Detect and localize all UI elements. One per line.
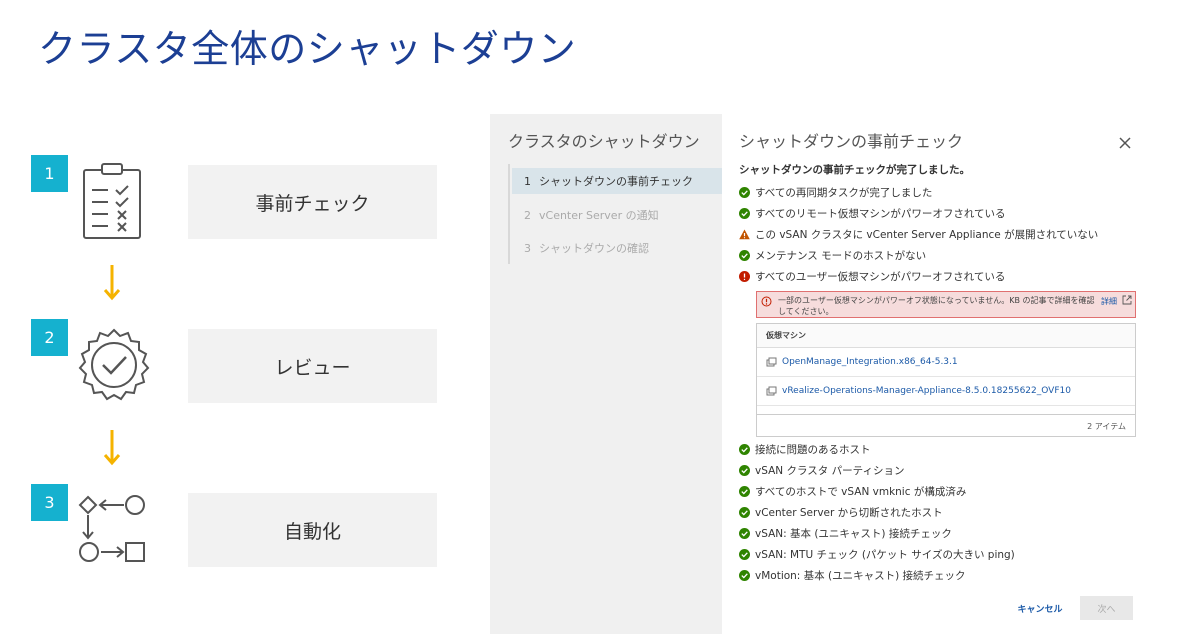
error-circle-icon [761, 296, 772, 307]
page-title: クラスタ全体のシャットダウン [38, 27, 577, 71]
vm-icon [766, 386, 777, 395]
step-2-badge: 2 [31, 319, 68, 356]
precheck-item: すべての再同期タスクが完了しました [739, 184, 932, 200]
precheck-item: すべてのユーザー仮想マシンがパワーオフされている [739, 269, 1005, 285]
step-2-box: レビュー [188, 329, 437, 403]
step-1-label: 事前チェック [255, 192, 370, 215]
precheck-item: vCenter Server から切断されたホスト [739, 504, 943, 520]
wizard-step-label: シャットダウンの事前チェック [539, 175, 693, 188]
vm-row[interactable]: vRealize-Operations-Manager-Appliance-8.… [757, 377, 1135, 406]
success-check-icon [739, 527, 750, 539]
step-1-box: 事前チェック [188, 165, 437, 239]
precheck-item-text: メンテナンス モードのホストがない [755, 250, 927, 263]
wizard-step-label: vCenter Server の通知 [539, 209, 659, 222]
vm-name-link[interactable]: OpenManage_Integration.x86_64-5.3.1 [782, 357, 958, 367]
arrow-down-icon [103, 430, 121, 466]
precheck-item: すべてのホストで vSAN vmknic が構成済み [739, 483, 966, 499]
wizard-step-number: 1 [524, 174, 531, 188]
precheck-item: vSAN: MTU チェック (パケット サイズの大きい ping) [739, 547, 1015, 563]
precheck-item-text: vMotion: 基本 (ユニキャスト) 接続チェック [755, 570, 966, 583]
vm-table-header: 仮想マシン [757, 324, 1135, 348]
success-check-icon [739, 207, 750, 219]
clipboard-checklist-icon [83, 163, 141, 239]
step-3-box: 自動化 [188, 493, 437, 567]
dialog-title: シャットダウンの事前チェック [739, 132, 964, 151]
arrow-down-icon [103, 265, 121, 301]
precheck-item-text: すべてのリモート仮想マシンがパワーオフされている [755, 207, 1006, 220]
warning-triangle-icon [739, 229, 750, 240]
wizard-step-number: 3 [524, 241, 531, 255]
wizard-step-vcenter-notify[interactable]: 2 vCenter Server の通知 [512, 202, 722, 228]
step-3-badge: 3 [31, 484, 68, 521]
precheck-item-text: vSAN クラスタ パーティション [755, 464, 905, 477]
precheck-item-text: vSAN: 基本 (ユニキャスト) 接続チェック [755, 527, 952, 540]
step-2-label: レビュー [274, 356, 351, 379]
next-button[interactable]: 次へ [1080, 596, 1133, 620]
wizard-step-number: 2 [524, 208, 531, 222]
alert-text: 一部のユーザー仮想マシンがパワーオフ状態になっていません。KB の記事で詳細を確… [778, 296, 1095, 316]
close-icon[interactable] [1118, 136, 1132, 150]
precheck-item: vSAN クラスタ パーティション [739, 462, 904, 478]
error-circle-icon [739, 271, 750, 283]
wizard-nav-line [508, 164, 510, 264]
success-check-icon [739, 570, 750, 582]
precheck-item: 接続に問題のあるホスト [739, 441, 871, 457]
vm-name-link[interactable]: vRealize-Operations-Manager-Appliance-8.… [782, 386, 1071, 396]
success-check-icon [739, 443, 750, 455]
page: クラスタ全体のシャットダウン 1 事前チェック 2 レビュー 3 自動化 クラス… [0, 0, 1200, 634]
vm-row[interactable]: OpenManage_Integration.x86_64-5.3.1 [757, 348, 1135, 377]
precheck-item-text: vSAN: MTU チェック (パケット サイズの大きい ping) [755, 549, 1015, 561]
step-1-badge: 1 [31, 155, 68, 192]
workflow-icon [78, 495, 145, 562]
success-check-icon [739, 186, 750, 198]
precheck-dialog: シャットダウンの事前チェック シャットダウンの事前チェックが完了しました。 すべ… [722, 114, 1150, 634]
external-link-icon[interactable] [1122, 295, 1132, 305]
precheck-item-text: すべての再同期タスクが完了しました [755, 186, 933, 199]
precheck-item-text: vCenter Server から切断されたホスト [755, 506, 943, 519]
precheck-item: すべてのリモート仮想マシンがパワーオフされている [739, 205, 1006, 221]
precheck-item-text: すべてのユーザー仮想マシンがパワーオフされている [755, 271, 1006, 284]
wizard-step-precheck[interactable]: 1 シャットダウンの事前チェック [512, 168, 722, 194]
wizard-step-label: シャットダウンの確認 [539, 242, 649, 255]
vm-table-footer: 2 アイテム [757, 414, 1135, 437]
complete-message: シャットダウンの事前チェックが完了しました。 [739, 164, 970, 176]
success-check-icon [739, 506, 750, 518]
success-check-icon [739, 485, 750, 497]
wizard-step-confirm[interactable]: 3 シャットダウンの確認 [512, 235, 722, 261]
wizard-nav: クラスタのシャットダウン 1 シャットダウンの事前チェック 2 vCenter … [490, 114, 722, 634]
badge-check-icon [78, 328, 150, 401]
precheck-item: vMotion: 基本 (ユニキャスト) 接続チェック [739, 568, 966, 584]
precheck-item: vSAN: 基本 (ユニキャスト) 接続チェック [739, 525, 952, 541]
precheck-item-text: この vSAN クラスタに vCenter Server Appliance が… [755, 228, 1099, 241]
error-alert: 一部のユーザー仮想マシンがパワーオフ状態になっていません。KB の記事で詳細を確… [756, 291, 1136, 318]
alert-details-link[interactable]: 詳細 [1101, 296, 1117, 307]
success-check-icon [739, 549, 750, 560]
precheck-item-text: すべてのホストで vSAN vmknic が構成済み [755, 485, 967, 498]
success-check-icon [739, 464, 750, 476]
vm-icon [766, 357, 777, 366]
step-3-label: 自動化 [283, 520, 341, 543]
precheck-item-text: 接続に問題のあるホスト [755, 443, 871, 456]
precheck-item: この vSAN クラスタに vCenter Server Appliance が… [739, 226, 1098, 242]
precheck-item: メンテナンス モードのホストがない [739, 248, 926, 264]
cancel-button[interactable]: キャンセル [1012, 598, 1068, 618]
success-check-icon [739, 250, 750, 262]
vm-table: 仮想マシン OpenManage_Integration.x86_64-5.3.… [756, 323, 1136, 437]
wizard-nav-title: クラスタのシャットダウン [508, 132, 700, 151]
